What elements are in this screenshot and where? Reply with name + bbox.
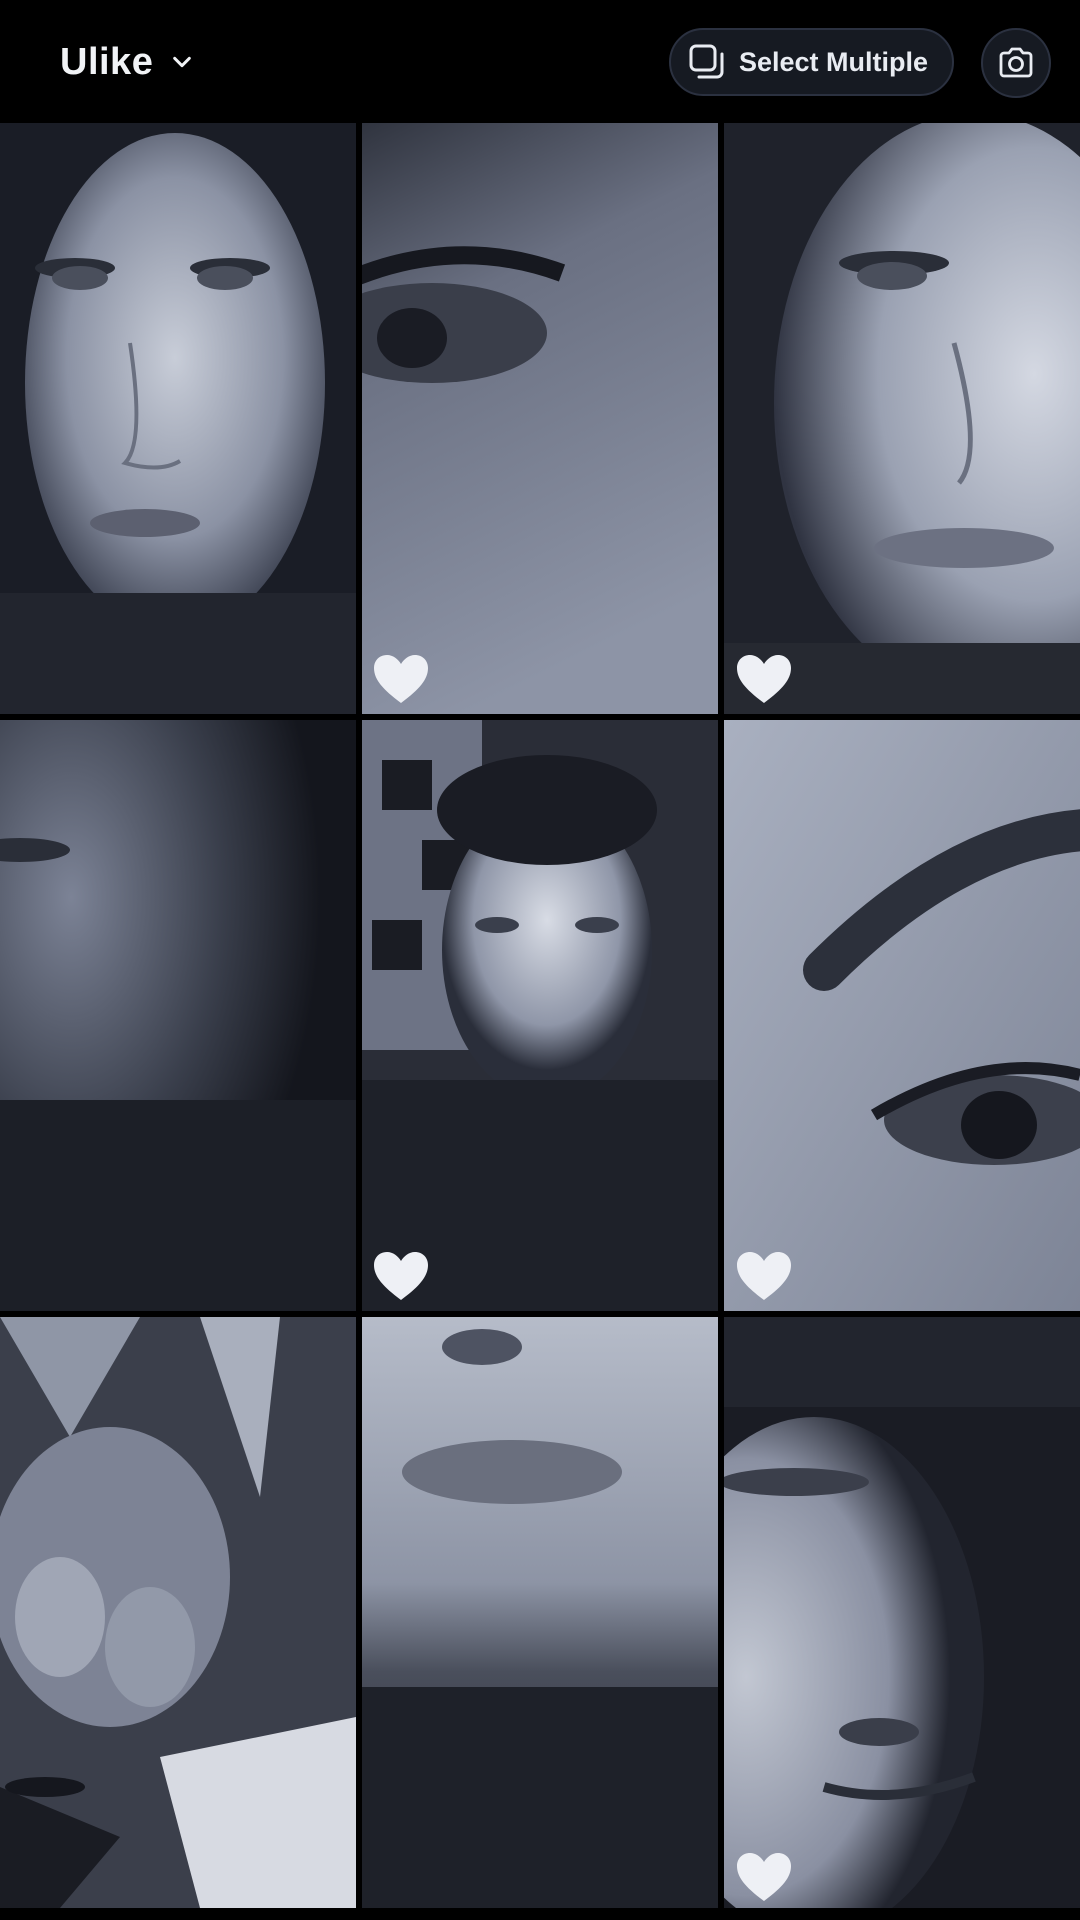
photo-tile[interactable] bbox=[362, 1317, 718, 1908]
favorite-heart-icon[interactable] bbox=[735, 1250, 793, 1302]
photo-thumbnail bbox=[724, 720, 1080, 1311]
photo-tile[interactable] bbox=[362, 123, 718, 714]
top-bar: Ulike Select Multiple bbox=[0, 0, 1080, 120]
photo-grid bbox=[0, 123, 1080, 1920]
photo-tile[interactable] bbox=[362, 720, 718, 1311]
photo-tile[interactable] bbox=[0, 123, 356, 714]
photo-tile[interactable] bbox=[0, 720, 356, 1311]
camera-icon bbox=[999, 47, 1033, 78]
stacked-squares-icon bbox=[689, 44, 724, 79]
favorite-heart-icon[interactable] bbox=[372, 653, 430, 705]
favorite-heart-icon[interactable] bbox=[735, 653, 793, 705]
select-multiple-label: Select Multiple bbox=[739, 46, 929, 77]
photo-tile[interactable] bbox=[724, 1317, 1080, 1908]
camera-button[interactable] bbox=[981, 28, 1051, 98]
photo-tile[interactable] bbox=[724, 720, 1080, 1311]
photo-thumbnail bbox=[0, 1317, 356, 1908]
favorite-heart-icon[interactable] bbox=[735, 1851, 793, 1903]
photo-thumbnail bbox=[0, 123, 356, 714]
photo-thumbnail bbox=[724, 1317, 1080, 1908]
chevron-down-icon bbox=[173, 56, 192, 68]
album-title: Ulike bbox=[60, 40, 154, 83]
gallery-screen: Ulike Select Multiple bbox=[0, 0, 1080, 1920]
select-multiple-button[interactable]: Select Multiple bbox=[669, 28, 954, 96]
photo-tile[interactable] bbox=[0, 1317, 356, 1908]
photo-thumbnail bbox=[362, 720, 718, 1311]
photo-thumbnail bbox=[362, 123, 718, 714]
photo-thumbnail bbox=[724, 123, 1080, 714]
photo-tile[interactable] bbox=[724, 123, 1080, 714]
album-selector[interactable]: Ulike bbox=[60, 36, 193, 88]
photo-thumbnail bbox=[362, 1317, 718, 1908]
photo-thumbnail bbox=[0, 720, 356, 1311]
favorite-heart-icon[interactable] bbox=[372, 1250, 430, 1302]
